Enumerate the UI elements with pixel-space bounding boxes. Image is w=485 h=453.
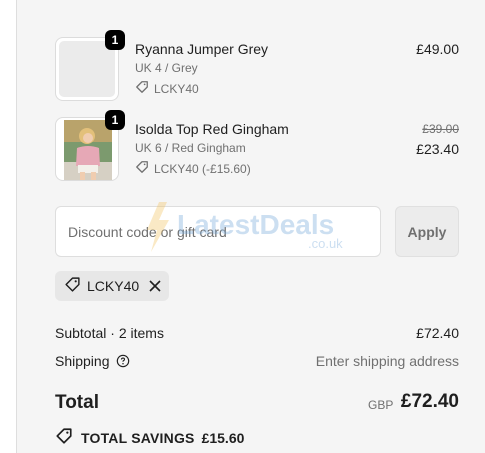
help-icon[interactable] [116, 354, 130, 368]
shipping-label: Shipping [55, 353, 110, 369]
line-item: 1 Isolda Top Red Gingham UK 6 / Red Ging… [55, 110, 459, 181]
tag-icon [135, 80, 154, 97]
line-price: £23.40 [416, 141, 459, 157]
tag-icon [135, 160, 154, 177]
image-placeholder [59, 41, 115, 97]
subtotal-label: Subtotal · 2 items [55, 325, 164, 341]
savings-label: TOTAL SAVINGS [81, 429, 195, 446]
quantity-badge: 1 [105, 110, 125, 130]
savings-value: £15.60 [201, 429, 245, 446]
quantity-badge: 1 [105, 30, 125, 50]
close-icon[interactable] [149, 280, 161, 292]
discount-code-text: LCKY40 (-£15.60) [154, 161, 251, 176]
applied-discount: LCKY40 [135, 80, 199, 97]
discount-code-input[interactable] [55, 206, 381, 257]
line-price: £49.00 [416, 41, 459, 57]
product-name: Ryanna Jumper Grey [135, 41, 269, 57]
original-price: £39.00 [422, 122, 459, 136]
total-value: £72.40 [400, 391, 459, 412]
product-photo [64, 120, 112, 180]
savings-tag-icon [55, 427, 73, 448]
tag-icon [64, 276, 81, 296]
discount-code-text: LCKY40 [154, 81, 199, 96]
line-item: 1 Ryanna Jumper Grey UK 4 / Grey LCKY40 … [55, 30, 459, 101]
applied-code-chip: LCKY40 [55, 271, 169, 301]
total-label: Total [55, 392, 99, 413]
subtotal-value: £72.40 [416, 325, 459, 341]
applied-code-label: LCKY40 [87, 278, 140, 294]
total-savings: TOTAL SAVINGS £15.60 [55, 427, 244, 448]
shipping-value: Enter shipping address [315, 353, 459, 369]
apply-button[interactable]: Apply [395, 206, 459, 257]
currency-code: GBP [368, 398, 394, 412]
product-variant: UK 4 / Grey [135, 61, 198, 75]
applied-discount: LCKY40 (-£15.60) [135, 160, 251, 177]
product-variant: UK 6 / Red Gingham [135, 141, 246, 155]
product-name: Isolda Top Red Gingham [135, 121, 289, 137]
